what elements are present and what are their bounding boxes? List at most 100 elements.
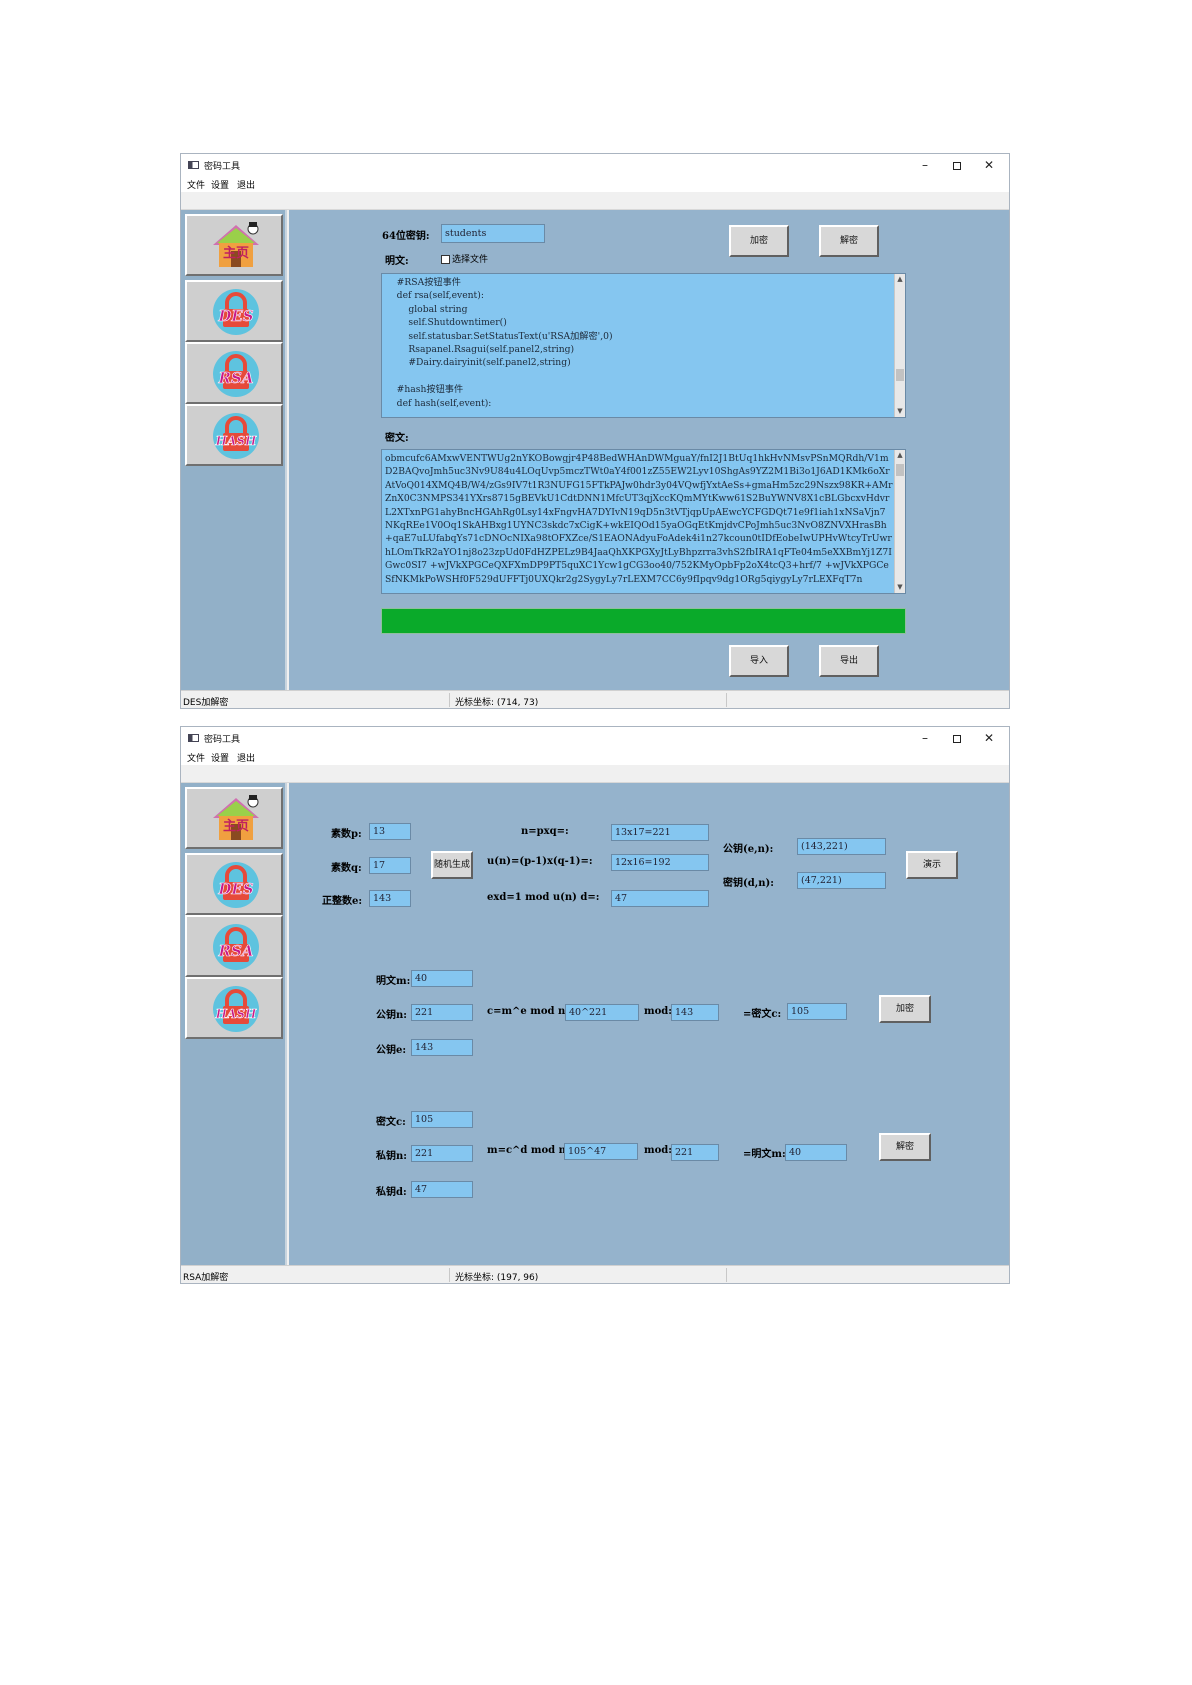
public-key-field[interactable]: (143,221) [797, 838, 886, 855]
dec-plaintext-output[interactable]: 40 [785, 1144, 847, 1161]
nav-hash-button[interactable]: HASH [185, 404, 283, 466]
enc-plaintext-label: 明文m: [376, 976, 411, 987]
menu-settings[interactable]: 设置 [211, 178, 229, 191]
maximize-button[interactable] [943, 156, 971, 174]
close-button[interactable]: ✕ [975, 729, 1003, 747]
rsa-panel: 素数p: 13 素数q: 17 随机生成 正整数e: 143 n=pxq=: 1… [289, 783, 1009, 1265]
decrypt-button[interactable]: 解密 [819, 225, 879, 257]
key-input[interactable]: students [441, 224, 545, 243]
menu-exit[interactable]: 退出 [237, 751, 255, 764]
scroll-thumb[interactable] [896, 369, 904, 381]
svg-text:DES: DES [217, 307, 253, 325]
maximize-button[interactable] [943, 729, 971, 747]
menu-settings[interactable]: 设置 [211, 751, 229, 764]
svg-text:DES: DES [217, 880, 253, 898]
dec-private-n-input[interactable]: 221 [411, 1145, 473, 1162]
dec-ciphertext-input[interactable]: 105 [411, 1111, 473, 1128]
rsa-lock-icon: RSA [213, 351, 259, 397]
des-panel: 64位密钥: students 明文: 选择文件 加密 解密 #RSA按钮事件 … [289, 210, 1009, 690]
title-bar[interactable]: 密码工具 – ✕ [181, 154, 1009, 176]
scroll-thumb[interactable] [896, 464, 904, 476]
rsa-encrypt-button[interactable]: 加密 [879, 995, 931, 1023]
svg-text:主页: 主页 [223, 245, 249, 261]
dec-formula-label: m=c^d mod n: [487, 1145, 570, 1156]
menu-exit[interactable]: 退出 [237, 178, 255, 191]
dec-formula-field[interactable]: 105^47 [564, 1143, 638, 1160]
encrypt-button[interactable]: 加密 [729, 225, 789, 257]
d-value-field[interactable]: 47 [611, 890, 709, 907]
enc-formula-label: c=m^e mod n: [487, 1006, 569, 1017]
menu-file[interactable]: 文件 [187, 751, 205, 764]
private-key-field[interactable]: (47,221) [797, 872, 886, 889]
svg-text:RSA: RSA [218, 369, 254, 387]
n-value-field[interactable]: 13x17=221 [611, 824, 709, 841]
rsa-lock-icon: RSA [213, 924, 259, 970]
hash-lock-icon: HASH [213, 413, 259, 459]
prime-p-label: 素数p: [331, 829, 362, 840]
scroll-down-icon[interactable]: ▼ [895, 406, 905, 417]
nav-rsa-button[interactable]: RSA [185, 342, 283, 404]
menu-bar: 文件 设置 退出 [181, 176, 1009, 192]
scroll-up-icon[interactable]: ▲ [895, 450, 905, 461]
checkbox-box[interactable] [441, 255, 450, 264]
rsa-window: 密码工具 – ✕ 文件 设置 退出 主页 DES RSA HASH 素数p: 1… [180, 726, 1010, 1284]
app-icon [188, 161, 199, 169]
status-mode: RSA加解密 [183, 1273, 229, 1283]
enc-mod-field[interactable]: 143 [671, 1004, 719, 1021]
export-button[interactable]: 导出 [819, 645, 879, 677]
un-value-field[interactable]: 12x16=192 [611, 854, 709, 871]
integer-e-label: 正整数e: [322, 896, 363, 907]
toolbar-strip [181, 192, 1009, 210]
nav-home-button[interactable]: 主页 [185, 787, 283, 849]
prime-q-input[interactable]: 17 [369, 857, 411, 874]
status-bar: DES加解密 光标坐标: (714, 73) [181, 690, 1009, 708]
dec-mod-field[interactable]: 221 [671, 1144, 719, 1161]
svg-text:主页: 主页 [223, 818, 249, 834]
status-mode: DES加解密 [183, 698, 229, 708]
minimize-button[interactable]: – [911, 156, 939, 174]
ciphertext-label: 密文: [385, 433, 409, 444]
dec-private-n-label: 私钥n: [376, 1151, 407, 1162]
home-icon: 主页 [213, 795, 259, 840]
un-formula-label: u(n)=(p-1)x(q-1)=: [487, 856, 593, 867]
status-divider [726, 693, 727, 707]
plaintext-scrollbar[interactable]: ▲ ▼ [894, 274, 905, 417]
home-icon: 主页 [213, 222, 259, 267]
status-bar: RSA加解密 光标坐标: (197, 96) [181, 1265, 1009, 1283]
enc-public-e-input[interactable]: 143 [411, 1039, 473, 1056]
enc-result-label: =密文c: [743, 1009, 782, 1020]
nav-rsa-button[interactable]: RSA [185, 915, 283, 977]
nav-des-button[interactable]: DES [185, 853, 283, 915]
nav-home-button[interactable]: 主页 [185, 214, 283, 276]
rsa-decrypt-button[interactable]: 解密 [879, 1133, 931, 1161]
enc-public-n-input[interactable]: 221 [411, 1004, 473, 1021]
scroll-down-icon[interactable]: ▼ [895, 582, 905, 593]
maximize-icon [953, 734, 961, 743]
nav-hash-button[interactable]: HASH [185, 977, 283, 1039]
enc-formula-field[interactable]: 40^221 [565, 1004, 639, 1021]
ciphertext-textarea[interactable]: obmcufc6AMxwVENTWUg2nYKOBowgjr4P48BedWHA… [381, 449, 906, 594]
toolbar-strip [181, 765, 1009, 783]
minimize-button[interactable]: – [911, 729, 939, 747]
dec-private-d-input[interactable]: 47 [411, 1181, 473, 1198]
nav-des-button[interactable]: DES [185, 280, 283, 342]
title-bar[interactable]: 密码工具 – ✕ [181, 727, 1009, 749]
scroll-up-icon[interactable]: ▲ [895, 274, 905, 285]
demo-button[interactable]: 演示 [906, 851, 958, 879]
enc-plaintext-input[interactable]: 40 [411, 970, 473, 987]
plaintext-textarea[interactable]: #RSA按钮事件 def rsa(self,event): global str… [381, 273, 906, 418]
menu-file[interactable]: 文件 [187, 178, 205, 191]
integer-e-input[interactable]: 143 [369, 890, 411, 907]
select-file-checkbox[interactable]: 选择文件 [441, 252, 488, 265]
dec-mod-label: mod: [644, 1145, 672, 1156]
ciphertext-scrollbar[interactable]: ▲ ▼ [894, 450, 905, 593]
random-generate-button[interactable]: 随机生成 [431, 851, 473, 879]
svg-text:HASH: HASH [215, 1007, 257, 1021]
status-divider [449, 693, 450, 707]
close-button[interactable]: ✕ [975, 156, 1003, 174]
import-button[interactable]: 导入 [729, 645, 789, 677]
prime-p-input[interactable]: 13 [369, 823, 411, 840]
select-file-label: 选择文件 [452, 255, 489, 265]
enc-ciphertext-output[interactable]: 105 [787, 1003, 847, 1020]
status-divider [726, 1268, 727, 1282]
